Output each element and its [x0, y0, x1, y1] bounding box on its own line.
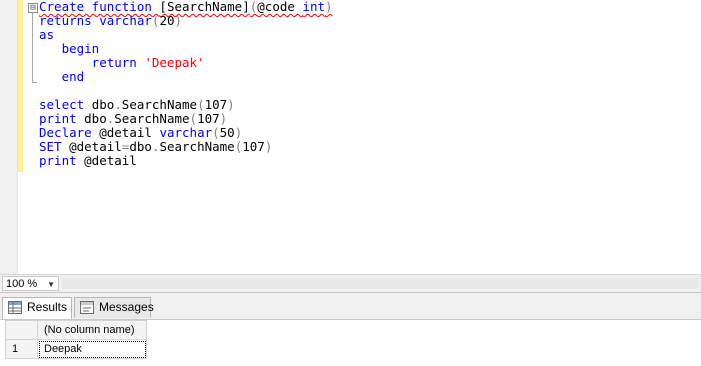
- code-line[interactable]: print @detail: [39, 154, 333, 168]
- column-header[interactable]: (No column name): [38, 321, 147, 340]
- code-token: ): [234, 125, 243, 140]
- code-token: [SearchName]: [159, 0, 250, 14]
- outline-guide-end: [32, 82, 37, 83]
- code-token: Create function: [39, 0, 160, 14]
- code-token: dbo: [91, 97, 115, 112]
- code-line[interactable]: return 'Deepak': [39, 56, 333, 70]
- code-line[interactable]: end: [39, 70, 333, 84]
- outline-guide-line: [32, 13, 33, 83]
- code-token: ): [174, 13, 183, 28]
- code-line[interactable]: as: [39, 28, 333, 42]
- query-editor[interactable]: ⊟ Create function [SearchName](@code int…: [0, 0, 701, 274]
- code-token: Declare: [39, 125, 100, 140]
- code-token: ): [219, 111, 228, 126]
- code-token: ): [264, 139, 273, 154]
- change-tracking-bar: [18, 0, 23, 172]
- code-token: 107: [197, 111, 220, 126]
- code-line[interactable]: select dbo.SearchName(107): [39, 98, 333, 112]
- code-line[interactable]: SET @detail=dbo.SearchName(107): [39, 140, 333, 154]
- editor-status-bar: 100 % ▼: [0, 274, 701, 293]
- zoom-value: 100 %: [6, 278, 38, 290]
- code-token: (: [212, 125, 220, 140]
- code-token: @detail: [84, 153, 137, 168]
- code-token: SearchName: [114, 111, 190, 126]
- code-token: varchar: [159, 125, 213, 140]
- code-token: int: [302, 0, 325, 14]
- messages-icon: [80, 301, 94, 314]
- results-pane: Results Messages (No column name) 1 Deep…: [0, 292, 701, 366]
- code-token: 50: [219, 125, 235, 140]
- code-token: (: [197, 97, 205, 112]
- table-row[interactable]: 1 Deepak: [6, 340, 147, 359]
- results-grid[interactable]: (No column name) 1 Deepak: [5, 320, 147, 359]
- code-token: @detail: [99, 125, 160, 140]
- code-token: print: [39, 153, 85, 168]
- code-token: dbo: [84, 111, 107, 126]
- code-token: 20: [159, 13, 175, 28]
- code-token: ): [325, 0, 333, 14]
- code-token: varchar: [99, 13, 152, 28]
- horizontal-scrollbar[interactable]: [62, 278, 698, 289]
- code-line[interactable]: [39, 84, 333, 98]
- code-token: 107: [242, 139, 265, 154]
- results-tab-strip: Results Messages: [0, 293, 701, 320]
- code-token: (: [189, 111, 198, 126]
- grid-corner-cell: [6, 321, 38, 340]
- code-line[interactable]: Create function [SearchName](@code int): [39, 0, 333, 14]
- tab-messages-label: Messages: [99, 300, 154, 314]
- code-token: @detail: [69, 139, 122, 154]
- zoom-dropdown[interactable]: 100 % ▼: [2, 276, 59, 291]
- code-token: 107: [204, 97, 228, 112]
- code-line[interactable]: Declare @detail varchar(50): [39, 126, 333, 140]
- editor-gutter: [0, 0, 18, 274]
- code-token: as: [39, 27, 55, 42]
- code-line[interactable]: returns varchar(20): [39, 14, 333, 28]
- code-token: SearchName: [159, 139, 235, 154]
- code-token: return: [39, 55, 145, 70]
- sql-code[interactable]: Create function [SearchName](@code int) r…: [39, 0, 333, 168]
- code-token: SearchName: [121, 97, 198, 112]
- code-token: @code: [257, 0, 303, 14]
- result-cell[interactable]: Deepak: [38, 340, 147, 359]
- code-token: ): [227, 97, 235, 112]
- code-token: .: [114, 97, 122, 112]
- chevron-down-icon: ▼: [47, 280, 55, 289]
- code-line[interactable]: begin: [39, 42, 333, 56]
- code-token: begin: [39, 41, 100, 56]
- code-token: print: [39, 111, 85, 126]
- code-token: SET: [39, 139, 70, 154]
- code-token: returns: [39, 13, 100, 28]
- code-token: end: [39, 69, 85, 84]
- code-line[interactable]: print dbo.SearchName(107): [39, 112, 333, 126]
- grid-icon: [8, 301, 22, 314]
- collapse-outline-icon[interactable]: ⊟: [28, 3, 38, 13]
- tab-messages[interactable]: Messages: [74, 297, 154, 318]
- tab-results-label: Results: [27, 300, 68, 314]
- code-token: select: [39, 97, 92, 112]
- code-token: dbo: [129, 139, 152, 154]
- code-token: 'Deepak': [144, 55, 205, 70]
- grid-header-row: (No column name): [6, 321, 147, 340]
- tab-results[interactable]: Results: [2, 297, 72, 319]
- row-number[interactable]: 1: [6, 340, 38, 359]
